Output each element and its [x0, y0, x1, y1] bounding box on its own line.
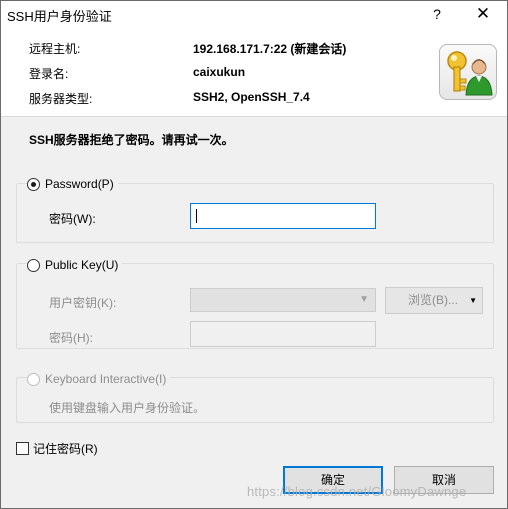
ssh-auth-dialog: SSH用户身份验证 ? ✕ 远程主机: 192.168.171.7:22 (新建…	[0, 0, 508, 509]
remember-password-label: 记住密码(R)	[33, 441, 98, 456]
browse-button-label: 浏览(B)...	[408, 293, 458, 307]
key-user-icon	[439, 44, 497, 100]
keyboard-interactive-radio[interactable]: Keyboard Interactive(I)	[27, 371, 171, 387]
publickey-radio-label: Public Key(U)	[45, 258, 119, 272]
radio-unselected-icon	[27, 258, 40, 272]
dropdown-arrow-icon: ▼	[469, 296, 477, 305]
session-info-panel: 远程主机: 192.168.171.7:22 (新建会话) 登录名: caixu…	[1, 28, 507, 117]
server-type-value: SSH2, OpenSSH_7.4	[193, 90, 310, 104]
password-input[interactable]	[190, 203, 376, 229]
radio-disabled-icon	[27, 372, 40, 386]
help-button[interactable]: ?	[422, 4, 452, 24]
remote-host-label: 远程主机:	[29, 42, 81, 56]
password-radio[interactable]: Password(P)	[27, 176, 118, 192]
checkbox-icon	[16, 441, 29, 455]
password-field-label: 密码(W):	[49, 212, 96, 226]
key-passphrase-label: 密码(H):	[49, 331, 93, 345]
radio-selected-icon	[27, 177, 40, 191]
key-passphrase-input[interactable]	[190, 321, 376, 347]
server-type-label: 服务器类型:	[29, 92, 93, 106]
window-title: SSH用户身份验证	[7, 9, 112, 24]
close-button[interactable]: ✕	[468, 4, 498, 24]
watermark-text: https://blog.csdn.net/GloomyDawnge	[247, 484, 467, 499]
login-name-label: 登录名:	[29, 67, 69, 81]
remote-host-value: 192.168.171.7:22 (新建会话)	[193, 42, 347, 56]
keyboard-interactive-radio-label: Keyboard Interactive(I)	[45, 372, 167, 386]
chevron-down-icon: ▼	[359, 294, 369, 305]
user-key-select[interactable]: ▼	[190, 288, 376, 312]
title-bar: SSH用户身份验证 ? ✕	[1, 1, 507, 28]
publickey-radio[interactable]: Public Key(U)	[27, 257, 123, 273]
remember-password-checkbox[interactable]: 记住密码(R)	[16, 440, 98, 456]
keyboard-interactive-description: 使用键盘输入用户身份验证。	[49, 401, 206, 415]
browse-button[interactable]: 浏览(B)... ▼	[385, 287, 483, 314]
text-caret	[196, 209, 197, 223]
user-key-label: 用户密钥(K):	[49, 296, 117, 310]
login-name-value: caixukun	[193, 65, 246, 79]
password-radio-label: Password(P)	[45, 177, 114, 191]
error-message: SSH服务器拒绝了密码。请再试一次。	[29, 133, 234, 147]
